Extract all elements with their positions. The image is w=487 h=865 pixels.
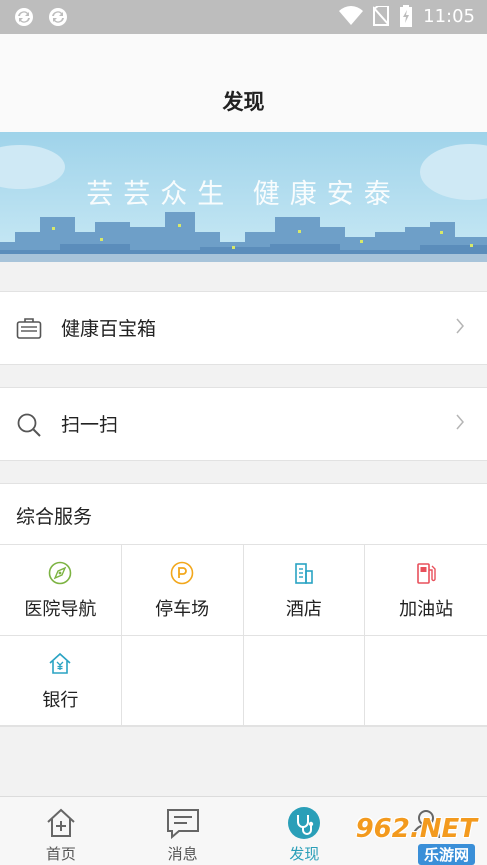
wifi-icon xyxy=(339,6,364,26)
battery-charging-icon xyxy=(400,5,413,27)
banner-slogan: 芸芸众生 健康安泰 xyxy=(86,179,401,210)
tab-home[interactable]: 首页 xyxy=(0,797,122,865)
message-icon xyxy=(122,806,244,840)
status-bar: 11:05 xyxy=(0,0,487,34)
site-watermark: 962.NET 乐游网 xyxy=(343,812,483,865)
sync-icon xyxy=(49,8,67,26)
service-bank[interactable]: 银行 xyxy=(0,636,122,727)
health-toolbox-row[interactable]: 健康百宝箱 xyxy=(0,291,487,365)
services-grid: 医院导航 停车场 酒店 加油站 银行 xyxy=(0,544,487,727)
header: 发现 xyxy=(0,34,487,132)
page-title: 发现 xyxy=(222,90,265,114)
home-icon xyxy=(0,806,122,840)
tab-messages[interactable]: 消息 xyxy=(122,797,244,865)
service-empty-cell xyxy=(365,636,487,727)
service-empty-cell xyxy=(121,636,244,727)
chevron-right-icon xyxy=(455,413,465,435)
section-title: 综合服务 xyxy=(16,506,93,528)
compass-icon xyxy=(0,561,121,585)
watermark-subtext: 乐游网 xyxy=(417,844,475,865)
service-hospital-navigation[interactable]: 医院导航 xyxy=(0,545,122,636)
sync-icon xyxy=(15,8,33,26)
tab-label: 消息 xyxy=(167,845,198,863)
tab-label: 首页 xyxy=(45,845,76,863)
service-label: 停车场 xyxy=(155,599,210,620)
service-gas-station[interactable]: 加油站 xyxy=(365,545,487,636)
no-sim-icon xyxy=(373,6,390,26)
clock: 11:05 xyxy=(423,5,475,27)
watermark-logo: 962.NET xyxy=(355,814,477,844)
service-hotel[interactable]: 酒店 xyxy=(243,545,366,636)
chevron-right-icon xyxy=(455,317,465,339)
search-icon xyxy=(16,412,42,442)
scan-row[interactable]: 扫一扫 xyxy=(0,387,487,461)
service-empty-cell xyxy=(243,636,366,727)
hotel-icon xyxy=(244,561,365,585)
gas-station-icon xyxy=(365,561,487,585)
health-toolbox-label: 健康百宝箱 xyxy=(61,318,157,340)
service-label: 加油站 xyxy=(399,599,454,620)
services-section: 综合服务 医院导航 停车场 酒店 加油站 银行 xyxy=(0,483,487,727)
service-parking[interactable]: 停车场 xyxy=(121,545,244,636)
service-label: 医院导航 xyxy=(24,599,97,620)
bank-icon xyxy=(0,652,121,676)
service-label: 银行 xyxy=(42,690,79,711)
banner[interactable]: 芸芸众生 健康安泰 xyxy=(0,132,487,262)
toolbox-icon xyxy=(16,316,42,344)
scan-label: 扫一扫 xyxy=(61,414,119,436)
service-label: 酒店 xyxy=(285,599,322,620)
parking-icon xyxy=(122,561,243,585)
